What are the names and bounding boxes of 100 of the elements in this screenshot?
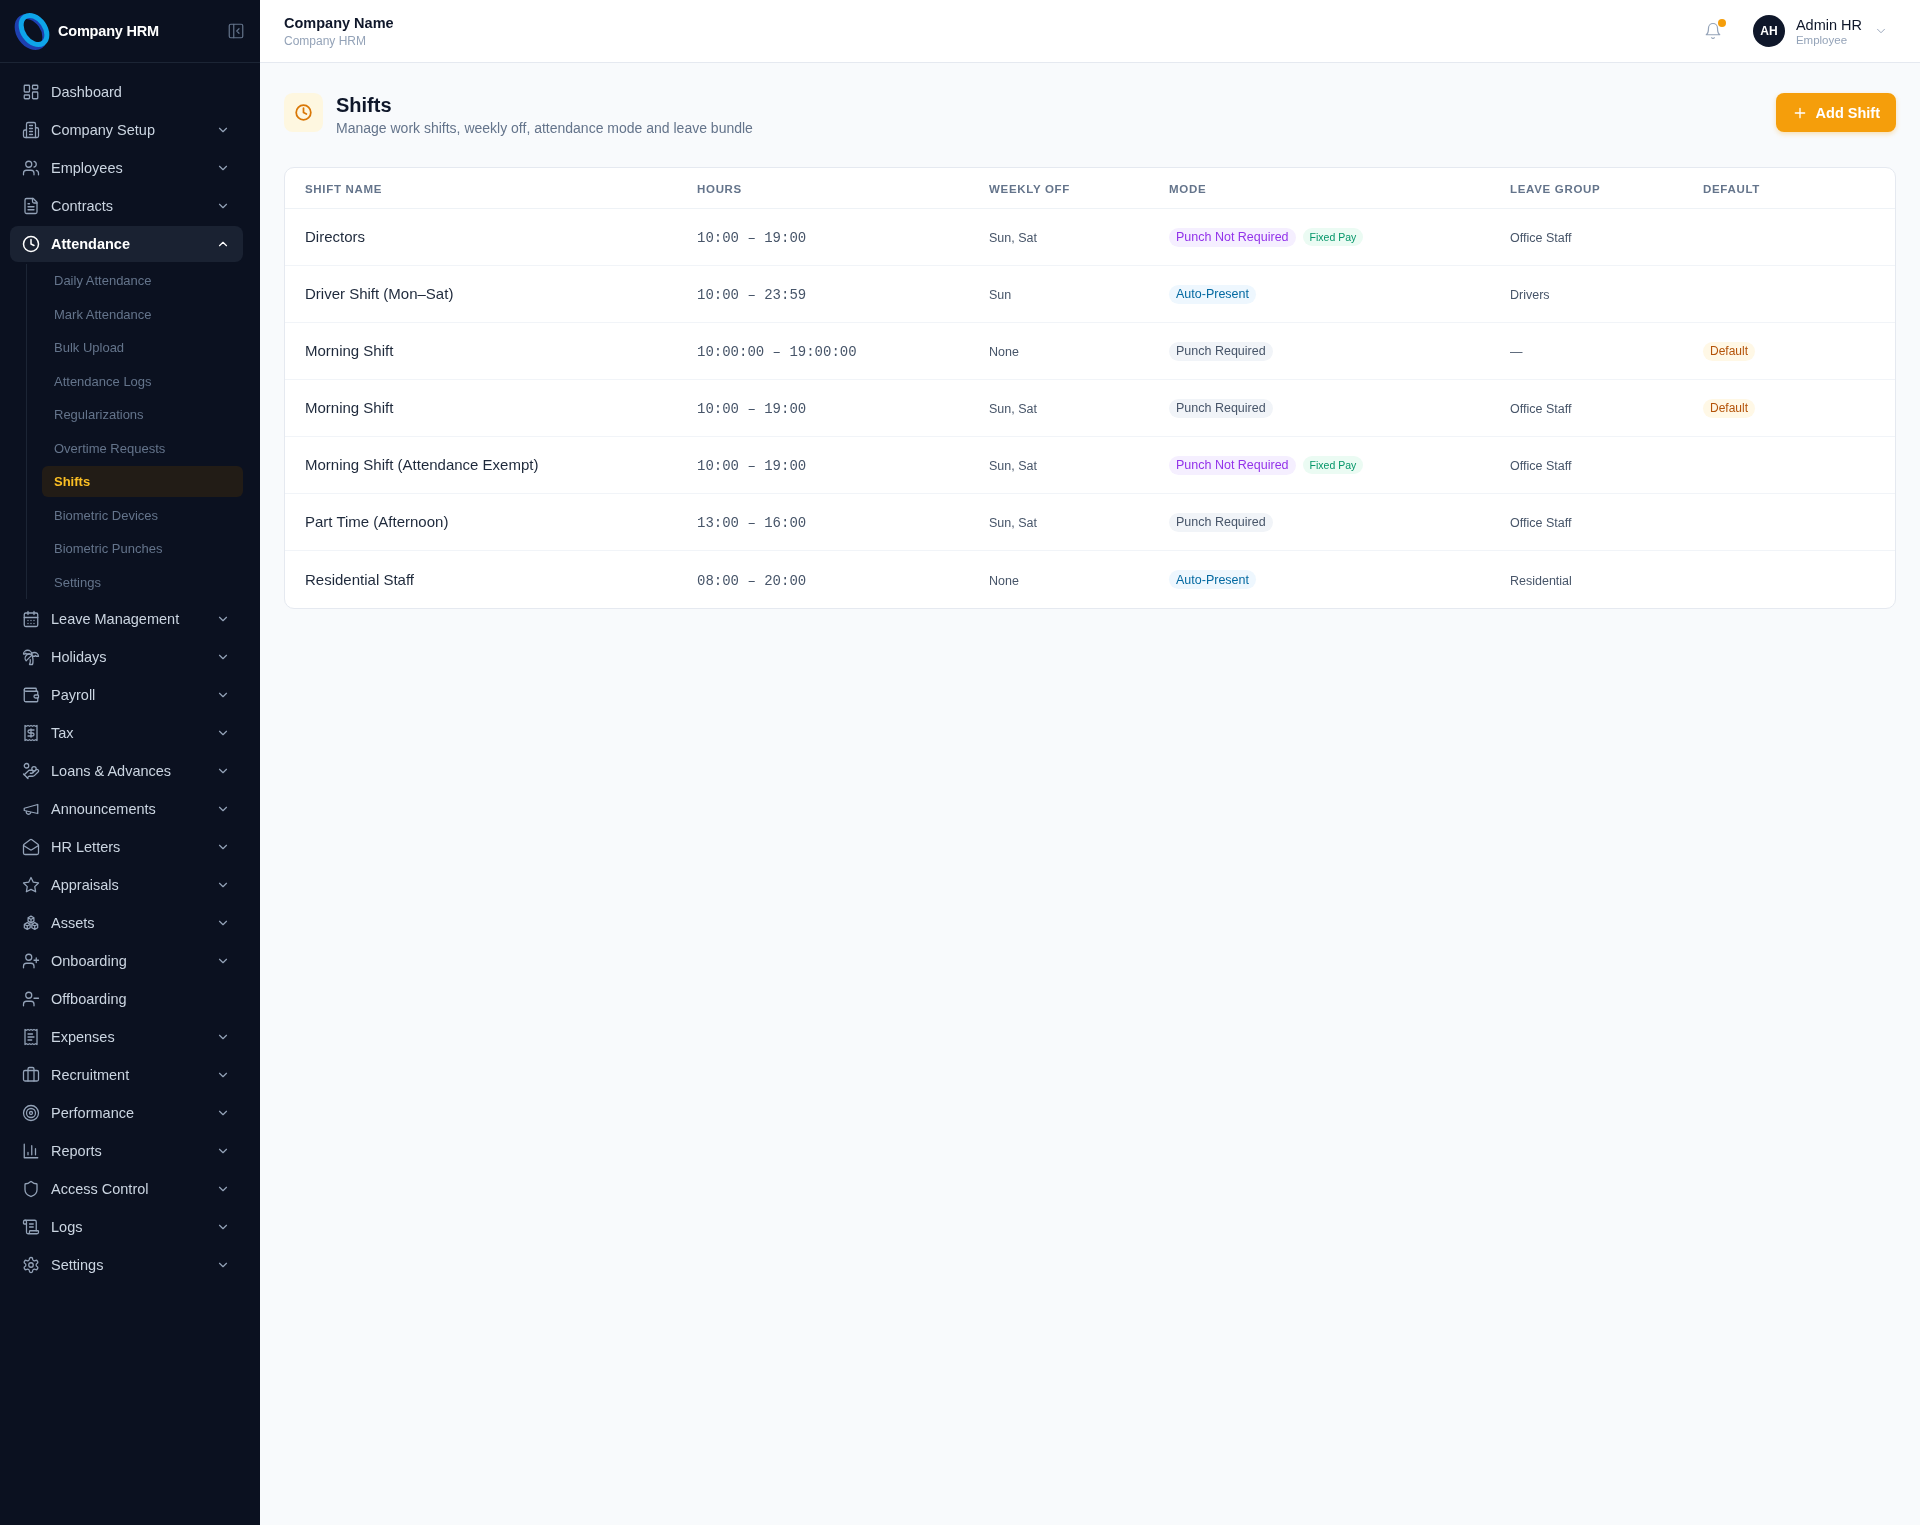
shift-hours: 10:00:00 – 19:00:00 — [697, 344, 857, 360]
shift-hours: 08:00 – 20:00 — [697, 572, 807, 589]
nav-item[interactable]: Loans & Advances — [10, 752, 243, 789]
nav-item[interactable]: Appraisals — [10, 866, 243, 903]
column-header: SHIFT NAME — [305, 183, 383, 195]
nav-item[interactable]: Assets — [10, 904, 243, 941]
target-icon — [22, 1103, 40, 1122]
nav-subitem[interactable]: Overtime Requests — [42, 432, 243, 464]
weekly-off: Sun, Sat — [989, 459, 1037, 473]
building-icon — [22, 121, 40, 139]
shift-name: Morning Shift — [305, 342, 394, 359]
shift-hours: 10:00 – 19:00 — [697, 230, 807, 246]
leave-group: Office Staff — [1510, 516, 1572, 530]
calendar-icon — [22, 609, 40, 628]
bell-icon[interactable] — [1703, 22, 1722, 40]
company-subtitle: Company HRM — [284, 33, 368, 48]
shift-hours: 13:00 – 16:00 — [697, 515, 807, 531]
envelope-icon — [22, 837, 40, 856]
dollar-receipt-icon — [22, 723, 40, 742]
nav-item[interactable]: Logs — [10, 1208, 243, 1245]
shift-hours: 10:00 – 19:00 — [697, 458, 807, 474]
clock-icon — [22, 235, 40, 253]
users-icon — [22, 159, 40, 177]
leave-group: Office Staff — [1510, 459, 1572, 473]
nav-subitem[interactable]: Biometric Devices — [42, 499, 243, 531]
document-icon — [22, 197, 40, 215]
nav-item[interactable]: Holidays — [10, 638, 243, 675]
nav-item[interactable]: Reports — [10, 1132, 243, 1169]
nav-subitem[interactable]: Regularizations — [42, 399, 243, 430]
mode-badge: Auto-Present — [1169, 284, 1256, 304]
user-plus-icon — [22, 951, 40, 970]
user-minus-icon — [22, 989, 40, 1008]
weekly-off: Sun — [989, 288, 1012, 302]
clock-icon — [284, 93, 323, 132]
nav-subitem[interactable]: Biometric Punches — [42, 533, 243, 564]
nav-subitem[interactable]: Settings — [42, 566, 243, 598]
mode-badge: Punch Required — [1169, 398, 1273, 418]
company-name: Company Name — [284, 14, 395, 31]
leave-group: — — [1510, 345, 1523, 359]
boxes-icon — [22, 913, 40, 932]
pay-type-badge: Fixed Pay — [1302, 456, 1364, 474]
default-badge: Default — [1703, 341, 1756, 361]
weekly-off: Sun, Sat — [989, 516, 1037, 530]
settings-icon — [22, 1255, 40, 1274]
nav-item[interactable]: Contracts — [10, 188, 243, 224]
weekly-off: None — [989, 345, 1019, 359]
leave-group: Office Staff — [1510, 402, 1572, 416]
wallet-icon — [22, 685, 40, 704]
shift-name: Residential Staff — [305, 570, 414, 588]
nav-subitem[interactable]: Attendance Logs — [42, 365, 243, 397]
nav-subitem[interactable]: Shifts — [42, 466, 243, 497]
weekly-off: None — [989, 573, 1019, 588]
mode-badge: Punch Not Required — [1169, 227, 1296, 247]
mode-badge: Punch Not Required — [1169, 455, 1296, 475]
shift-name: Part Time (Afternoon) — [305, 513, 449, 530]
leave-group: Residential — [1510, 573, 1572, 588]
nav-item[interactable]: Attendance — [10, 226, 243, 262]
nav-subitem[interactable]: Mark Attendance — [42, 298, 243, 330]
nav-item[interactable]: Performance — [10, 1094, 243, 1131]
default-badge: Default — [1703, 398, 1756, 418]
nav-item[interactable]: Employees — [10, 150, 243, 186]
brand-name: Company HRM — [58, 23, 160, 39]
shift-name: Driver Shift (Mon–Sat) — [305, 285, 454, 302]
shield-icon — [22, 1179, 40, 1198]
leave-group: Drivers — [1510, 288, 1550, 302]
shift-hours: 10:00 – 19:00 — [697, 401, 807, 417]
nav-item[interactable]: Payroll — [10, 676, 243, 713]
scroll-icon — [22, 1217, 40, 1236]
nav-item[interactable]: Settings — [10, 1246, 243, 1283]
nav-item[interactable]: Expenses — [10, 1018, 243, 1055]
page-subtitle: Manage work shifts, weekly off, attendance mode and leave bundle — [336, 120, 754, 136]
nav-item[interactable]: Dashboard — [10, 74, 243, 110]
pay-type-badge: Fixed Pay — [1302, 228, 1364, 246]
sidebar-panel-icon[interactable] — [227, 22, 245, 40]
hand-coins-icon — [22, 761, 40, 780]
nav-item[interactable]: Recruitment — [10, 1056, 243, 1093]
nav-item[interactable]: Offboarding — [10, 980, 243, 1017]
nav-item[interactable]: HR Letters — [10, 828, 243, 865]
nav-item[interactable]: Company Setup — [10, 112, 243, 148]
ring-logo-icon — [12, 11, 52, 51]
column-header: WEEKLY OFF — [989, 183, 1071, 195]
column-header: MODE — [1169, 183, 1207, 195]
nav-subitem[interactable]: Daily Attendance — [42, 265, 243, 296]
nav-item[interactable]: Tax — [10, 714, 243, 751]
receipt-icon — [22, 1027, 40, 1046]
weekly-off: Sun, Sat — [989, 402, 1037, 416]
shift-name: Directors — [305, 228, 365, 245]
page-title: Shifts — [336, 93, 393, 117]
nav-subitem[interactable]: Bulk Upload — [42, 332, 243, 363]
column-header: HOURS — [697, 183, 742, 195]
nav-item[interactable]: Announcements — [10, 790, 243, 827]
nav-item[interactable]: Onboarding — [10, 942, 243, 979]
nav-item[interactable]: Access Control — [10, 1170, 243, 1207]
column-header: LEAVE GROUP — [1510, 183, 1601, 195]
weekly-off: Sun, Sat — [989, 231, 1037, 245]
shift-hours: 10:00 – 23:59 — [697, 287, 807, 303]
mode-badge: Punch Required — [1169, 512, 1273, 532]
mode-badge: Auto-Present — [1169, 570, 1256, 589]
grid-icon — [22, 83, 40, 101]
nav-item[interactable]: Leave Management — [10, 600, 243, 637]
